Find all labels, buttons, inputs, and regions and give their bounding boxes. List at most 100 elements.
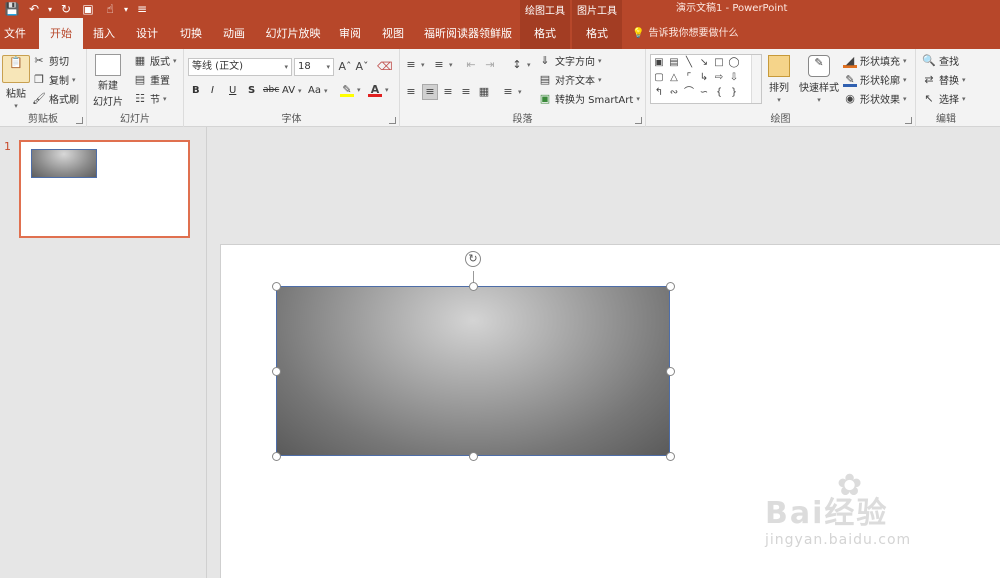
align-right-button[interactable]: ≡: [441, 85, 455, 99]
increase-indent-button[interactable]: ⇥: [483, 58, 497, 72]
format-painter-button[interactable]: 🖌 格式刷: [32, 91, 79, 107]
freeform-icon[interactable]: ↰: [653, 87, 665, 99]
tab-animations[interactable]: 动画: [218, 18, 250, 49]
numbering-button[interactable]: ≡ ▾: [432, 58, 452, 72]
replace-button[interactable]: ⇄ 替换 ▾: [922, 72, 965, 88]
elbow-arrow-icon[interactable]: ↳: [698, 72, 710, 84]
grow-font-button[interactable]: Aˆ: [338, 60, 352, 74]
underline-button[interactable]: U: [229, 85, 236, 96]
vertical-textbox-icon[interactable]: ▤: [668, 57, 680, 69]
textbox-icon[interactable]: ▣: [653, 57, 665, 69]
shrink-font-button[interactable]: Aˇ: [355, 60, 369, 74]
bold-button[interactable]: B: [192, 85, 200, 96]
present-icon[interactable]: ▣: [80, 1, 96, 17]
line-spacing-button[interactable]: ↕ ▾: [510, 58, 530, 72]
justify-button[interactable]: ≡: [459, 85, 473, 99]
align-center-button[interactable]: ≡: [422, 84, 438, 100]
touch-dropdown-icon[interactable]: ▾: [124, 5, 128, 14]
dialog-launcher-icon[interactable]: [905, 117, 912, 124]
down-arrow-icon[interactable]: ⇩: [728, 72, 740, 84]
paste-button[interactable]: 📋 粘贴 ▾: [2, 55, 30, 110]
tab-picture-format[interactable]: 格式: [572, 18, 622, 49]
find-button[interactable]: 🔍 查找: [922, 53, 959, 69]
redo-icon[interactable]: ↻: [58, 1, 74, 17]
save-icon[interactable]: 💾: [4, 1, 20, 17]
scribble-icon[interactable]: ∾: [668, 87, 680, 99]
layout-button[interactable]: ▦ 版式 ▾: [133, 53, 177, 69]
dialog-launcher-icon[interactable]: [389, 117, 396, 124]
dialog-launcher-icon[interactable]: [76, 117, 83, 124]
arrow-line-icon[interactable]: ↘: [698, 57, 710, 69]
dialog-launcher-icon[interactable]: [635, 117, 642, 124]
new-slide-button[interactable]: 新建 幻灯片: [93, 54, 123, 108]
shape-effects-button[interactable]: ◉ 形状效果 ▾: [843, 91, 906, 107]
touch-mode-icon[interactable]: ☝: [102, 1, 118, 17]
font-name-select[interactable]: 等线 (正文) ▾: [188, 58, 292, 76]
customize-icon[interactable]: ≡: [134, 1, 150, 17]
tab-transitions[interactable]: 切换: [175, 18, 207, 49]
undo-dropdown-icon[interactable]: ▾: [48, 5, 52, 14]
change-case-button[interactable]: Aa ▾: [308, 85, 327, 96]
resize-handle-bottom[interactable]: [469, 452, 478, 461]
rectangle-icon[interactable]: □: [713, 57, 725, 69]
reset-button[interactable]: ▤ 重置: [133, 72, 170, 88]
clear-format-button[interactable]: ⌫: [377, 60, 393, 74]
rotate-handle-icon[interactable]: ↻: [465, 251, 481, 267]
elbow-connector-icon[interactable]: ⌜: [683, 72, 695, 84]
slide-thumbnail[interactable]: [19, 140, 190, 238]
tab-slideshow[interactable]: 幻灯片放映: [263, 18, 323, 49]
cut-button[interactable]: ✂ 剪切: [32, 53, 69, 69]
brace-right-icon[interactable]: }: [728, 87, 740, 99]
tab-home[interactable]: 开始: [39, 18, 83, 49]
tab-view[interactable]: 视图: [377, 18, 409, 49]
shape-fill-button[interactable]: ◢ 形状填充 ▾: [843, 53, 907, 68]
highlight-button[interactable]: ✎ ▾: [340, 83, 361, 97]
convert-smartart-button[interactable]: ▣ 转换为 SmartArt ▾: [538, 91, 640, 107]
selected-rectangle-shape[interactable]: [276, 286, 670, 456]
rounded-rect-icon[interactable]: ▢: [653, 72, 665, 84]
tab-review[interactable]: 审阅: [334, 18, 366, 49]
right-arrow-icon[interactable]: ⇨: [713, 72, 725, 84]
distribute-button[interactable]: ▦: [477, 85, 491, 99]
curve-icon[interactable]: ∽: [698, 87, 710, 99]
undo-icon[interactable]: ↶: [26, 1, 42, 17]
tab-drawing-format[interactable]: 格式: [520, 18, 570, 49]
line-icon[interactable]: ╲: [683, 57, 695, 69]
font-color-button[interactable]: A ▾: [368, 83, 389, 97]
resize-handle-bottom-left[interactable]: [272, 452, 281, 461]
resize-handle-top-left[interactable]: [272, 282, 281, 291]
shadow-button[interactable]: S: [248, 85, 255, 96]
arc-icon[interactable]: ⌒: [683, 87, 695, 99]
oval-icon[interactable]: ◯: [728, 57, 740, 69]
font-size-select[interactable]: 18 ▾: [294, 58, 334, 76]
char-spacing-button[interactable]: AV ▾: [282, 85, 302, 96]
triangle-icon[interactable]: △: [668, 72, 680, 84]
align-text-button[interactable]: ▤ 对齐文本 ▾: [538, 72, 602, 88]
resize-handle-bottom-right[interactable]: [666, 452, 675, 461]
tab-file[interactable]: 文件: [0, 18, 30, 49]
tell-me-box[interactable]: 💡 告诉我你想要做什么: [632, 18, 738, 49]
copy-button[interactable]: ❐ 复制 ▾: [32, 72, 75, 88]
decrease-indent-button[interactable]: ⇤: [464, 58, 478, 72]
bullets-button[interactable]: ≡ ▾: [404, 58, 424, 72]
resize-handle-top[interactable]: [469, 282, 478, 291]
brace-left-icon[interactable]: {: [713, 87, 725, 99]
select-button[interactable]: ↖ 选择 ▾: [922, 91, 965, 107]
quick-styles-button[interactable]: ✎ 快速样式 ▾: [799, 55, 839, 104]
text-direction-button[interactable]: ⇓ 文字方向 ▾: [538, 53, 601, 69]
section-button[interactable]: ☷ 节 ▾: [133, 91, 166, 107]
shapes-gallery[interactable]: ▣ ▤ ╲ ↘ □ ◯ ▢ △ ⌜ ↳ ⇨ ⇩ ↰ ∾ ⌒ ∽ { }: [650, 54, 762, 104]
italic-button[interactable]: I: [211, 85, 214, 96]
shape-outline-button[interactable]: ✎ 形状轮廓 ▾: [843, 72, 907, 87]
resize-handle-left[interactable]: [272, 367, 281, 376]
tab-design[interactable]: 设计: [131, 18, 163, 49]
tab-insert[interactable]: 插入: [88, 18, 120, 49]
align-left-button[interactable]: ≡: [404, 85, 418, 99]
arrange-button[interactable]: 排列 ▾: [768, 55, 790, 104]
strikethrough-button[interactable]: abc: [263, 85, 279, 95]
columns-button[interactable]: ≡ ▾: [501, 85, 521, 99]
gallery-scrollbar[interactable]: [751, 55, 761, 103]
tab-foxit[interactable]: 福昕阅读器领鲜版: [420, 18, 516, 49]
resize-handle-top-right[interactable]: [666, 282, 675, 291]
resize-handle-right[interactable]: [666, 367, 675, 376]
